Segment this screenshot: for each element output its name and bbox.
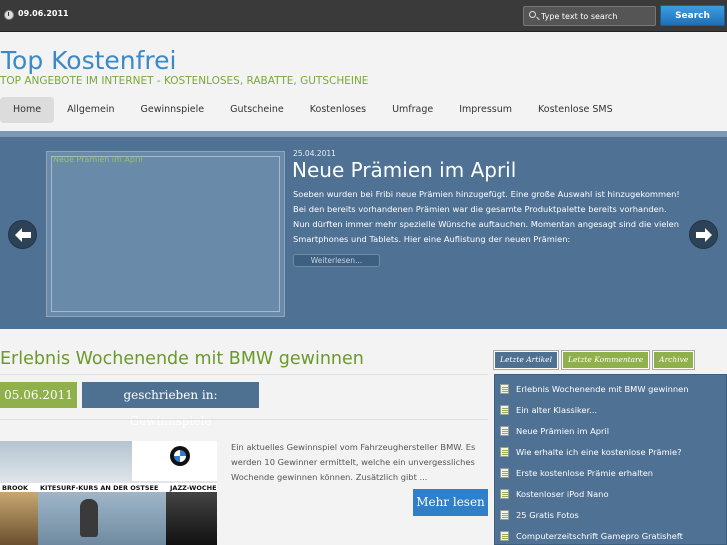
list-item[interactable]: Kostenloser iPod Nano (500, 485, 723, 503)
list-item[interactable]: Erlebnis Wochenende mit BMW gewinnen (500, 380, 723, 398)
list-item-label: Neue Prämien im April (516, 426, 610, 436)
slide-image-frame (51, 156, 280, 312)
document-icon (500, 510, 509, 520)
slider-prev-button[interactable] (8, 220, 37, 249)
list-item-label: Computerzeitschrift Gamepro Gratisheft (516, 531, 683, 541)
list-item-label: 25 Gratis Fotos (516, 510, 579, 520)
thumbnail-captions: BROOK KITESURF-KURS AN DER OSTSEE JAZZ-W… (0, 483, 217, 492)
nav-item-kostenlose-sms[interactable]: Kostenlose SMS (525, 97, 626, 123)
post-category-badge[interactable]: geschrieben in: Gewinnspiele (82, 382, 259, 428)
list-item[interactable]: Neue Prämien im April (500, 422, 723, 440)
slide-image[interactable]: Neue Prämien im April (46, 151, 285, 317)
nav-item-home[interactable]: Home (0, 97, 55, 123)
thumbnail-caption: JAZZ-WOCHE (170, 484, 217, 492)
tab-archive[interactable]: Archive (652, 350, 696, 370)
nav-item-kostenloses[interactable]: Kostenloses (297, 97, 379, 123)
search-input[interactable] (541, 8, 653, 24)
slide-text: Soeben wurden bei Fribi neue Prämien hin… (293, 189, 680, 244)
list-item[interactable]: Ein alter Klassiker... (500, 401, 723, 419)
site-title[interactable]: Top Kostenfrei (1, 46, 177, 75)
document-icon (500, 447, 509, 457)
site-header: Top Kostenfrei TOP ANGEBOTE IM INTERNET … (0, 33, 727, 133)
list-item[interactable]: 25 Gratis Fotos (500, 506, 723, 524)
search-box (523, 6, 656, 26)
thumbnail-photo (0, 492, 38, 545)
arrow-right-icon (696, 228, 712, 242)
clock-icon (4, 10, 14, 20)
list-item-label: Kostenloser iPod Nano (516, 489, 609, 499)
list-item-label: Erste kostenlose Prämie erhalten (516, 468, 654, 478)
nav-item-gewinnspiele[interactable]: Gewinnspiele (127, 97, 217, 123)
slide-image-alt-text: Neue Prämien im April (53, 155, 143, 164)
slide-read-more-button[interactable]: Weiterlesen... (293, 254, 380, 267)
document-icon (500, 384, 509, 394)
document-icon (500, 426, 509, 436)
document-icon (500, 468, 509, 478)
post-date-badge: 05.06.2011 (0, 382, 77, 408)
arrow-left-icon (15, 228, 31, 242)
list-item[interactable]: Computerzeitschrift Gamepro Gratisheft (500, 527, 723, 545)
list-item-label: Ein alter Klassiker... (516, 405, 598, 415)
site-tagline: TOP ANGEBOTE IM INTERNET - KOSTENLOSES, … (0, 75, 369, 87)
read-more-button[interactable]: Mehr lesen (413, 489, 488, 516)
thumbnail-photo (166, 492, 217, 545)
nav-item-impressum[interactable]: Impressum (446, 97, 525, 123)
post-thumbnail[interactable]: BROOK KITESURF-KURS AN DER OSTSEE JAZZ-W… (0, 441, 217, 545)
recent-posts-widget: Erlebnis Wochenende mit BMW gewinnen Ein… (494, 374, 727, 545)
post-title[interactable]: Erlebnis Wochenende mit BMW gewinnen (0, 349, 364, 369)
list-item[interactable]: Erste kostenlose Prämie erhalten (500, 464, 723, 482)
document-icon (500, 489, 509, 499)
featured-slider: Neue Prämien im April 25.04.2011 Neue Pr… (0, 137, 727, 329)
nav-item-umfrage[interactable]: Umfrage (379, 97, 446, 123)
tab-letzte-artikel[interactable]: Letzte Artikel (492, 350, 560, 370)
slide-title[interactable]: Neue Prämien im April (292, 158, 516, 182)
thumbnail-photo (38, 492, 166, 545)
nav-item-allgemein[interactable]: Allgemein (54, 97, 127, 123)
thumbnail-caption: BROOK (2, 484, 29, 492)
post-divider-2 (0, 419, 488, 420)
top-bar: 09.06.2011 Search (0, 0, 727, 32)
list-item-label: Wie erhalte ich eine kostenlose Prämie? (516, 447, 682, 457)
kitesurfer-figure (80, 499, 98, 537)
current-date: 09.06.2011 (18, 9, 69, 18)
document-icon (500, 531, 509, 541)
slider-next-button[interactable] (689, 220, 718, 249)
search-button[interactable]: Search (660, 5, 725, 26)
slide-date: 25.04.2011 (293, 149, 336, 158)
thumbnail-caption: KITESURF-KURS AN DER OSTSEE (40, 484, 159, 492)
main-nav: Home Allgemein Gewinnspiele Gutscheine K… (0, 97, 626, 123)
tab-letzte-kommentare[interactable]: Letzte Kommentare (561, 350, 651, 370)
post-excerpt: Ein aktuelles Gewinnspiel vom Fahrzeughe… (231, 442, 476, 482)
sidebar-tabs: Letzte Artikel Letzte Kommentare Archive (492, 350, 696, 370)
post-divider (0, 374, 488, 375)
search-icon (529, 11, 536, 18)
list-item[interactable]: Wie erhalte ich eine kostenlose Prämie? (500, 443, 723, 461)
nav-item-gutscheine[interactable]: Gutscheine (217, 97, 297, 123)
list-item-label: Erlebnis Wochenende mit BMW gewinnen (516, 384, 689, 394)
bmw-logo-icon (170, 446, 190, 466)
document-icon (500, 405, 509, 415)
